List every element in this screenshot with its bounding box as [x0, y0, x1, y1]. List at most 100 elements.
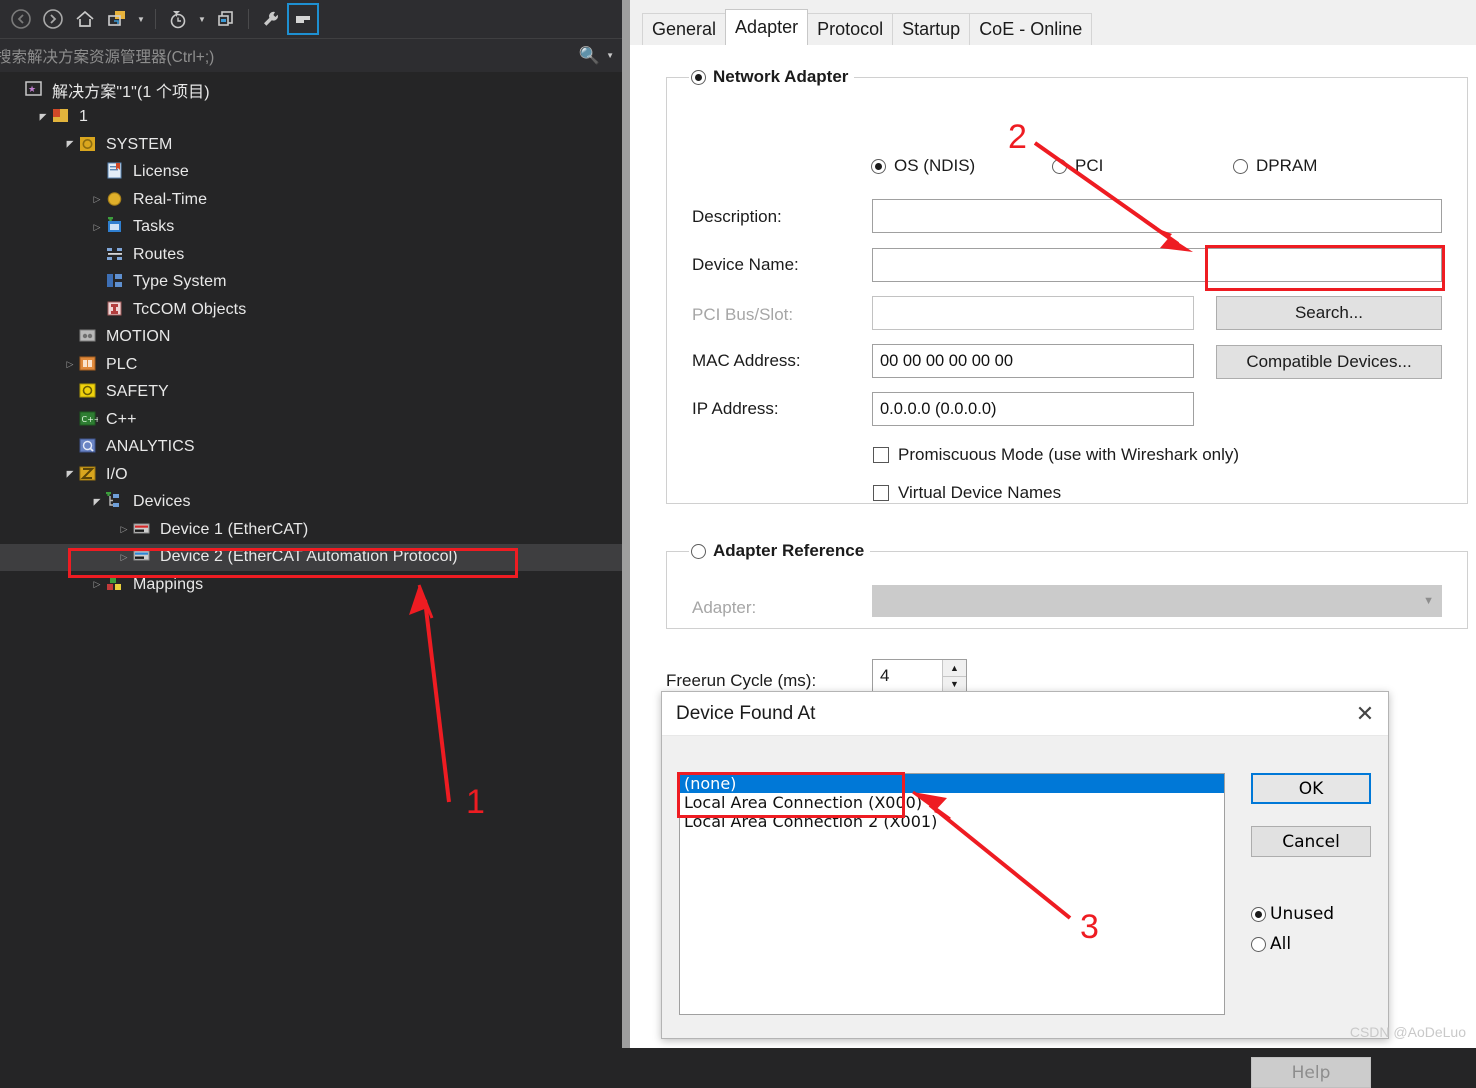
expander-open-icon[interactable]: ◢: [35, 112, 51, 123]
network-adapter-group: Network Adapter: [666, 67, 1468, 504]
sync-with-active-document-icon[interactable]: [102, 4, 132, 34]
expander-closed-icon[interactable]: ▷: [62, 359, 78, 370]
show-all-files-icon[interactable]: [211, 4, 241, 34]
tree-node-safety[interactable]: SAFETY: [0, 379, 622, 407]
solution-icon: ★: [24, 80, 46, 100]
tree-node-analytics[interactable]: ANALYTICS: [0, 434, 622, 462]
tree-node-license[interactable]: License: [0, 159, 622, 187]
radio-pci[interactable]: [1052, 158, 1067, 174]
tab-general[interactable]: General: [642, 13, 727, 45]
adapter-reference-combobox[interactable]: ▼: [872, 585, 1442, 617]
adapter-reference-radio[interactable]: [691, 543, 706, 559]
pci-bus-slot-input[interactable]: [872, 296, 1194, 330]
mac-address-input[interactable]: 00 00 00 00 00 00: [872, 344, 1194, 378]
filter-option-unused[interactable]: Unused: [1251, 904, 1371, 924]
adapter-reference-group-legend[interactable]: Adapter Reference: [689, 541, 870, 561]
cancel-button[interactable]: Cancel: [1251, 826, 1371, 857]
filter-option-all[interactable]: All: [1251, 934, 1371, 954]
list-item[interactable]: (none): [680, 774, 1224, 793]
radio-all[interactable]: [1251, 936, 1266, 952]
dialog-title: Device Found At: [676, 702, 816, 724]
chevron-down-icon-2[interactable]: ▼: [195, 4, 209, 34]
expander-closed-icon[interactable]: ▷: [116, 552, 132, 563]
filter-option-all-label: All: [1270, 934, 1292, 954]
expander-open-icon[interactable]: ◢: [62, 139, 78, 150]
home-icon[interactable]: [70, 4, 100, 34]
network-adapter-radio[interactable]: [691, 69, 706, 85]
system-icon: [78, 135, 100, 155]
tree-node-mappings[interactable]: ▷ Mappings: [0, 571, 622, 599]
promiscuous-mode-checkbox[interactable]: Promiscuous Mode (use with Wireshark onl…: [873, 445, 1239, 465]
tree-node-devices[interactable]: ◢ Devices: [0, 489, 622, 517]
solution-tree[interactable]: ★ 解决方案"1"(1 个项目) ◢ 1 ◢ SYSTEM License ▷ Real-Tim…: [0, 72, 622, 599]
svg-text:★: ★: [28, 85, 36, 95]
tree-node-i-o[interactable]: ◢ I/O: [0, 461, 622, 489]
expander-open-icon[interactable]: ◢: [62, 469, 78, 480]
network-adapter-group-legend[interactable]: Network Adapter: [689, 67, 854, 87]
expander-closed-icon[interactable]: ▷: [89, 194, 105, 205]
tree-node-type-system[interactable]: Type System: [0, 269, 622, 297]
tree-node-motion[interactable]: MOTION: [0, 324, 622, 352]
radio-dpram[interactable]: [1233, 158, 1248, 174]
description-input[interactable]: [872, 199, 1442, 233]
plc-icon: [78, 355, 100, 375]
search-button[interactable]: Search...: [1216, 296, 1442, 330]
tree-node-1-1[interactable]: ★ 解决方案"1"(1 个项目): [0, 76, 622, 104]
freerun-cycle-value[interactable]: 4: [873, 660, 942, 692]
radio-os-ndis[interactable]: [871, 158, 886, 174]
toolbar-separator: [155, 9, 156, 29]
chevron-down-icon[interactable]: ▼: [134, 4, 148, 34]
tree-node-tccom-objects[interactable]: TcCOM Objects: [0, 296, 622, 324]
tab-protocol[interactable]: Protocol: [807, 13, 894, 45]
wrench-icon[interactable]: [256, 4, 286, 34]
ok-button[interactable]: OK: [1251, 773, 1371, 804]
radio-unused[interactable]: [1251, 906, 1266, 922]
tree-node-label: 解决方案"1"(1 个项目): [52, 83, 210, 101]
list-item[interactable]: Local Area Connection 2 (X001): [680, 812, 1224, 831]
tab-coe-online[interactable]: CoE - Online: [969, 13, 1093, 45]
magnifier-icon[interactable]: 🔍: [579, 46, 600, 66]
tree-node-real-time[interactable]: ▷ Real-Time: [0, 186, 622, 214]
device-list[interactable]: (none) Local Area Connection (X000) Local …: [679, 773, 1225, 1015]
compatible-devices-button[interactable]: Compatible Devices...: [1216, 345, 1442, 379]
pending-changes-filter-icon[interactable]: [163, 4, 193, 34]
search-input[interactable]: 搜索解决方案资源管理器(Ctrl+;) 🔍 ▼: [0, 38, 622, 72]
tree-node-tasks[interactable]: ▷ Tasks: [0, 214, 622, 242]
virtual-device-names-box[interactable]: [873, 485, 889, 501]
help-button[interactable]: Help: [1251, 1057, 1371, 1088]
ip-address-input[interactable]: 0.0.0.0 (0.0.0.0): [872, 392, 1194, 426]
tab-startup[interactable]: Startup: [892, 13, 971, 45]
panel-splitter[interactable]: [622, 0, 630, 1048]
properties-icon[interactable]: [287, 3, 319, 35]
expander-closed-icon[interactable]: ▷: [89, 222, 105, 233]
mode-option-dpram[interactable]: DPRAM: [1233, 156, 1317, 176]
chevron-down-icon[interactable]: ▼: [606, 51, 614, 60]
mode-option-pci[interactable]: PCI: [1052, 156, 1103, 176]
triangle-down-icon[interactable]: ▼: [943, 675, 966, 692]
forward-icon[interactable]: [38, 4, 68, 34]
expander-open-icon[interactable]: ◢: [89, 497, 105, 508]
tree-node-device-2-ethercat-automation-protocol[interactable]: ▷ Device 2 (EtherCAT Automation Protocol): [0, 543, 622, 571]
tree-node-c[interactable]: C++ C++: [0, 406, 622, 434]
mode-option-os-ndis[interactable]: OS (NDIS): [871, 156, 975, 176]
tab-adapter[interactable]: Adapter: [725, 9, 809, 45]
tree-node-device-1-ethercat[interactable]: ▷ Device 1 (EtherCAT): [0, 516, 622, 544]
chevron-down-icon[interactable]: ▼: [1423, 595, 1434, 607]
promiscuous-mode-box[interactable]: [873, 447, 889, 463]
device-name-input[interactable]: [872, 248, 1442, 282]
tree-node-1[interactable]: ◢ 1: [0, 104, 622, 132]
tree-node-routes[interactable]: Routes: [0, 241, 622, 269]
freerun-cycle-stepper[interactable]: 4 ▲ ▼: [872, 659, 967, 693]
tree-node-label: ANALYTICS: [106, 438, 195, 456]
dialog-titlebar[interactable]: Device Found At ✕: [662, 692, 1388, 736]
back-icon[interactable]: [6, 4, 36, 34]
list-item[interactable]: Local Area Connection (X000): [680, 793, 1224, 812]
expander-closed-icon[interactable]: ▷: [116, 524, 132, 535]
close-icon[interactable]: ✕: [1342, 692, 1388, 736]
tree-node-plc[interactable]: ▷ PLC: [0, 351, 622, 379]
expander-closed-icon[interactable]: ▷: [89, 579, 105, 590]
triangle-up-icon[interactable]: ▲: [943, 660, 966, 676]
tree-node-system[interactable]: ◢ SYSTEM: [0, 131, 622, 159]
property-tabstrip[interactable]: General Adapter Protocol Startup CoE - Onlin…: [630, 0, 1476, 46]
virtual-device-names-checkbox[interactable]: Virtual Device Names: [873, 483, 1061, 503]
